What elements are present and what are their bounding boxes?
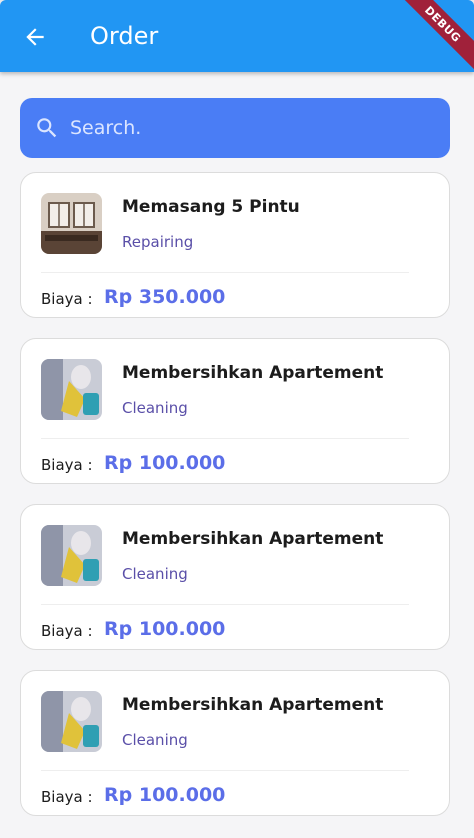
order-card[interactable]: Membersihkan Apartement Cleaning Biaya :… [20,670,450,816]
cost-label: Biaya : [41,788,93,806]
cost-value: Rp 100.000 [104,784,226,806]
order-category: Cleaning [122,565,188,583]
order-image-door [41,193,102,254]
order-card[interactable]: Membersihkan Apartement Cleaning Biaya :… [20,338,450,484]
order-title: Membersihkan Apartement [122,529,384,549]
card-divider [41,438,409,439]
order-card[interactable]: Memasang 5 Pintu Repairing Biaya : Rp 35… [20,172,450,318]
order-image-cleaning [41,691,102,752]
card-divider [41,770,409,771]
order-title: Memasang 5 Pintu [122,197,300,217]
search-placeholder: Search. [70,117,142,139]
cost-value: Rp 100.000 [104,452,226,474]
order-image-cleaning [41,525,102,586]
order-card[interactable]: Membersihkan Apartement Cleaning Biaya :… [20,504,450,650]
order-title: Membersihkan Apartement [122,695,384,715]
search-icon [37,118,57,138]
order-image-cleaning [41,359,102,420]
cost-label: Biaya : [41,456,93,474]
order-category: Cleaning [122,731,188,749]
cost-label: Biaya : [41,622,93,640]
app-bar: Order [0,0,474,72]
order-screen: Order DEBUG Search. Memasang 5 Pintu Rep… [0,0,474,838]
cost-value: Rp 350.000 [104,286,226,308]
card-divider [41,604,409,605]
page-title: Order [90,22,159,50]
cost-label: Biaya : [41,290,93,308]
order-category: Repairing [122,233,194,251]
search-input[interactable]: Search. [20,98,450,158]
order-title: Membersihkan Apartement [122,363,384,383]
back-button[interactable] [18,20,52,54]
order-category: Cleaning [122,399,188,417]
cost-value: Rp 100.000 [104,618,226,640]
card-divider [41,272,409,273]
arrow-left-icon [26,28,44,46]
